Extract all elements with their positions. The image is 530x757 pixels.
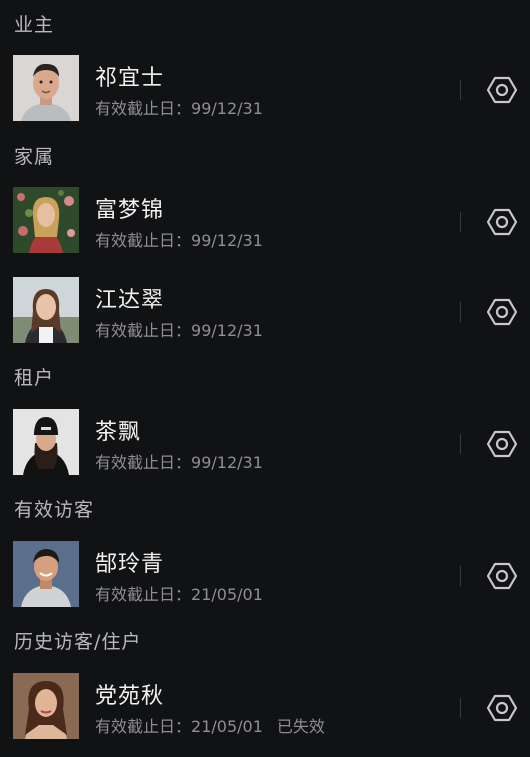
person-row[interactable]: 郜玲青 有效截止日：21/05/01	[0, 541, 530, 611]
person-name: 党苑秋	[95, 684, 165, 709]
person-row[interactable]: 江达翠 有效截止日：99/12/31	[0, 277, 530, 347]
avatar	[13, 541, 79, 607]
hexagon-settings-icon[interactable]	[486, 561, 518, 591]
expiry-label: 有效截止日：	[95, 99, 192, 118]
status-text: 已失效	[276, 717, 325, 736]
expiry-label: 有效截止日：	[95, 717, 192, 736]
expiry-text: 有效截止日：99/12/31	[95, 95, 277, 119]
expiry-date: 99/12/31	[191, 231, 263, 250]
divider	[460, 566, 461, 586]
section-header-history: 历史访客/住户	[14, 631, 142, 653]
divider	[460, 212, 461, 232]
expiry-date: 99/12/31	[191, 99, 263, 118]
section-header-owner: 业主	[14, 14, 55, 36]
expiry-text: 有效截止日：99/12/31	[95, 449, 277, 473]
person-row[interactable]: 富梦锦 有效截止日：99/12/31	[0, 187, 530, 257]
expiry-date: 21/05/01	[191, 717, 263, 736]
expiry-text: 有效截止日：99/12/31	[95, 227, 277, 251]
hexagon-settings-icon[interactable]	[486, 75, 518, 105]
avatar	[13, 673, 79, 739]
section-header-visitor: 有效访客	[14, 499, 95, 521]
divider	[460, 80, 461, 100]
person-name: 江达翠	[95, 288, 165, 313]
divider	[460, 434, 461, 454]
avatar	[13, 55, 79, 121]
person-row[interactable]: 党苑秋 有效截止日：21/05/01 已失效	[0, 673, 530, 743]
hexagon-settings-icon[interactable]	[486, 207, 518, 237]
person-name: 茶飘	[95, 420, 142, 445]
avatar	[13, 187, 79, 253]
expiry-text: 有效截止日：21/05/01	[95, 581, 277, 605]
person-row[interactable]: 祁宜士 有效截止日：99/12/31	[0, 55, 530, 125]
expiry-label: 有效截止日：	[95, 453, 192, 472]
expiry-date: 21/05/01	[191, 585, 263, 604]
expiry-text: 有效截止日：99/12/31	[95, 317, 277, 341]
divider	[460, 698, 461, 718]
hexagon-settings-icon[interactable]	[486, 297, 518, 327]
expiry-label: 有效截止日：	[95, 585, 192, 604]
avatar	[13, 409, 79, 475]
expiry-date: 99/12/31	[191, 453, 263, 472]
avatar	[13, 277, 79, 343]
expiry-label: 有效截止日：	[95, 321, 192, 340]
person-name: 郜玲青	[95, 552, 165, 577]
divider	[460, 302, 461, 322]
expiry-text: 有效截止日：21/05/01 已失效	[95, 713, 325, 737]
hexagon-settings-icon[interactable]	[486, 693, 518, 723]
person-row[interactable]: 茶飘 有效截止日：99/12/31	[0, 409, 530, 479]
expiry-label: 有效截止日：	[95, 231, 192, 250]
person-name: 祁宜士	[95, 66, 165, 91]
hexagon-settings-icon[interactable]	[486, 429, 518, 459]
section-header-family: 家属	[14, 146, 55, 168]
section-header-tenant: 租户	[14, 367, 55, 389]
expiry-date: 99/12/31	[191, 321, 263, 340]
person-name: 富梦锦	[95, 198, 165, 223]
